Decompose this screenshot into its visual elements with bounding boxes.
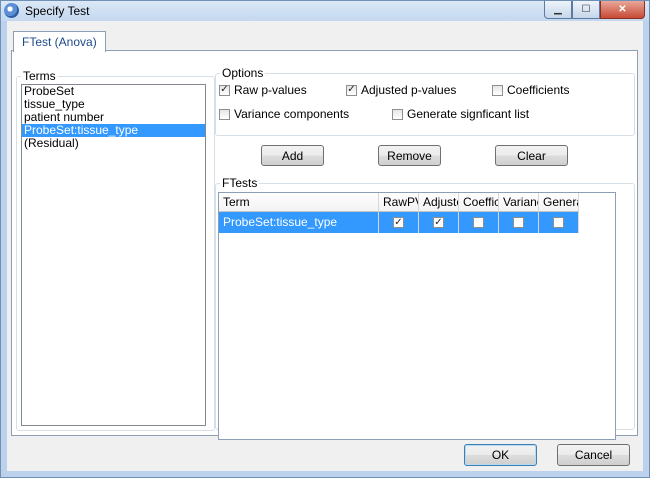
- row-variance-checkbox[interactable]: [513, 217, 524, 228]
- terms-label: Terms: [23, 69, 56, 83]
- maximize-button[interactable]: ☐: [572, 1, 600, 19]
- generate-list-checkbox[interactable]: [392, 108, 403, 120]
- raw-pvalues-option[interactable]: ✓ Raw p-values: [219, 83, 307, 97]
- variance-components-checkbox[interactable]: [219, 108, 230, 120]
- column-header-coefficients[interactable]: Coeffic: [459, 193, 499, 211]
- row-coefficients-checkbox[interactable]: [473, 217, 484, 228]
- generate-list-label: Generate signficant list: [407, 107, 530, 121]
- close-icon: ✕: [618, 4, 627, 15]
- cancel-button[interactable]: Cancel: [557, 444, 630, 466]
- grid-header: Term RawPV Adjuste Coeffic Varianc Gener…: [219, 193, 579, 212]
- close-button[interactable]: ✕: [600, 1, 645, 19]
- tab-ftest-anova[interactable]: FTest (Anova): [13, 31, 106, 52]
- row-coefficients-cell[interactable]: [459, 212, 499, 233]
- column-header-generate[interactable]: Genera: [539, 193, 579, 211]
- variance-components-option[interactable]: Variance components: [219, 107, 349, 121]
- remove-button[interactable]: Remove: [378, 145, 441, 166]
- adjusted-pvalues-label: Adjusted p-values: [361, 83, 457, 97]
- adjusted-pvalues-option[interactable]: ✓ Adjusted p-values: [346, 83, 456, 97]
- adjusted-pvalues-checkbox[interactable]: ✓: [346, 84, 357, 96]
- options-label: Options: [222, 66, 264, 80]
- column-header-adjusted[interactable]: Adjuste: [419, 193, 459, 211]
- coefficients-option[interactable]: Coefficients: [492, 83, 569, 97]
- window-title: Specify Test: [25, 4, 90, 18]
- minimize-button[interactable]: ▁: [544, 1, 572, 19]
- row-rawpv-checkbox[interactable]: ✓: [393, 217, 404, 228]
- ftests-grid[interactable]: Term RawPV Adjuste Coeffic Varianc Gener…: [218, 192, 616, 440]
- app-icon: [4, 3, 19, 18]
- row-generate-cell[interactable]: [539, 212, 579, 233]
- row-generate-checkbox[interactable]: [553, 217, 564, 228]
- list-item[interactable]: (Residual): [22, 137, 205, 150]
- specify-test-dialog: Specify Test ▁ ☐ ✕ FTest (Anova) Terms P…: [0, 0, 650, 478]
- raw-pvalues-label: Raw p-values: [234, 83, 307, 97]
- terms-group: Terms ProbeSet tissue_type patient numbe…: [16, 69, 215, 431]
- row-variance-cell[interactable]: [499, 212, 539, 233]
- maximize-icon: ☐: [581, 4, 591, 15]
- minimize-icon: ▁: [554, 4, 562, 15]
- ftests-label: FTests: [222, 176, 258, 190]
- column-header-term[interactable]: Term: [219, 193, 379, 211]
- column-header-rawpv[interactable]: RawPV: [379, 193, 419, 211]
- generate-list-option[interactable]: Generate signficant list: [392, 107, 529, 121]
- column-header-variance[interactable]: Varianc: [499, 193, 539, 211]
- coefficients-label: Coefficients: [507, 83, 570, 97]
- coefficients-checkbox[interactable]: [492, 84, 503, 96]
- window-controls: ▁ ☐ ✕: [544, 1, 645, 19]
- table-row[interactable]: ProbeSet:tissue_type ✓ ✓: [219, 212, 579, 233]
- ftests-group: FTests Term RawPV Adjuste Coeffic Varian…: [215, 176, 635, 440]
- row-rawpv-cell[interactable]: ✓: [379, 212, 419, 233]
- title-bar: Specify Test ▁ ☐ ✕: [1, 1, 649, 21]
- row-adjusted-checkbox[interactable]: ✓: [433, 217, 444, 228]
- clear-button[interactable]: Clear: [495, 145, 568, 166]
- row-adjusted-cell[interactable]: ✓: [419, 212, 459, 233]
- dialog-client-area: FTest (Anova) Terms ProbeSet tissue_type…: [7, 21, 643, 471]
- add-button[interactable]: Add: [261, 145, 324, 166]
- raw-pvalues-checkbox[interactable]: ✓: [219, 84, 230, 96]
- ftest-tab-panel: Terms ProbeSet tissue_type patient numbe…: [11, 50, 638, 440]
- options-group: Options ✓ Raw p-values ✓ Adjusted p-valu…: [215, 66, 635, 136]
- row-term-cell[interactable]: ProbeSet:tissue_type: [219, 212, 379, 233]
- terms-list[interactable]: ProbeSet tissue_type patient number Prob…: [21, 84, 206, 426]
- variance-components-label: Variance components: [234, 107, 350, 121]
- ok-button[interactable]: OK: [464, 444, 537, 466]
